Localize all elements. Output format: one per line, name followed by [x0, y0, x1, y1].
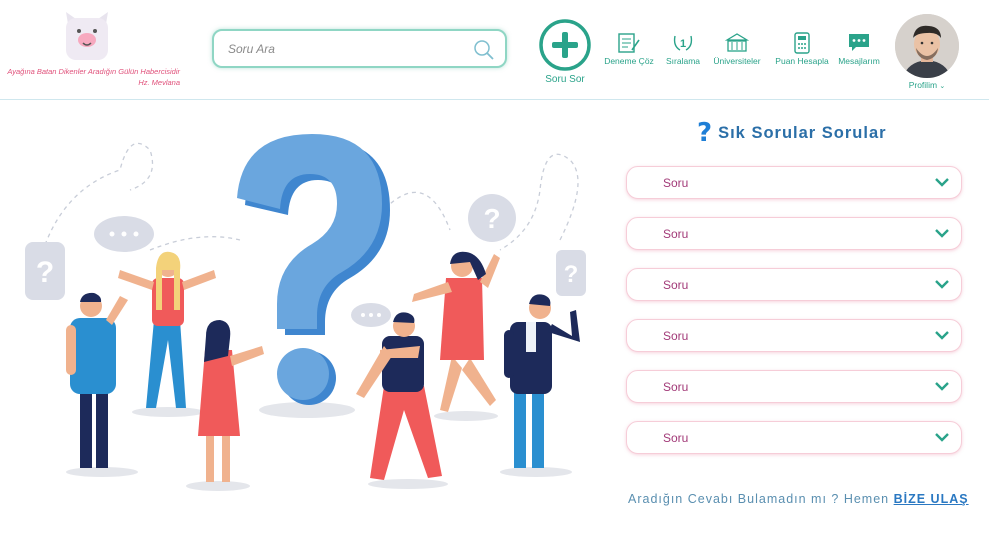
faq-item-label: Soru — [663, 176, 689, 190]
chevron-down-icon: ⌄ — [939, 83, 946, 90]
question-mark-icon: ? — [697, 118, 713, 148]
faq-item-label: Soru — [663, 278, 689, 292]
calculator-icon — [774, 32, 830, 54]
nav-messages-label: Mesajlarım — [838, 56, 880, 66]
faq-item[interactable]: Soru — [626, 217, 962, 250]
avatar[interactable] — [895, 14, 959, 78]
profile-label-text: Profilim — [908, 80, 938, 90]
chevron-down-icon[interactable] — [935, 228, 949, 238]
header: Ayağına Batan Dikenler Aradığın Gülün Ha… — [0, 0, 989, 100]
nav-calculate-score-label: Puan Hesapla — [775, 56, 829, 66]
faq-item-label: Soru — [663, 227, 689, 241]
contact-text: Aradığın Cevabı Bulamadın mı ? Hemen — [628, 492, 890, 506]
university-icon — [711, 32, 763, 54]
faq-item[interactable]: Soru — [626, 268, 962, 301]
faq-header: ? Sık Sorular Sorular — [697, 118, 887, 148]
contact-us-link[interactable]: BİZE ULAŞ — [894, 492, 969, 506]
ask-question-button[interactable]: Soru Sor — [537, 18, 593, 90]
faq-item[interactable]: Soru — [626, 421, 962, 454]
faq-item-label: Soru — [663, 329, 689, 343]
chevron-down-icon[interactable] — [935, 432, 949, 442]
nav-exam-label: Deneme Çöz — [604, 56, 654, 66]
profile-label: Profilim ⌄ — [895, 80, 959, 90]
nav-universities-label: Üniversiteler — [713, 56, 761, 66]
chevron-down-icon[interactable] — [935, 279, 949, 289]
message-icon — [837, 32, 881, 54]
nav-ranking[interactable]: 1 Sıralama — [663, 32, 703, 66]
profile-menu[interactable]: Profilim ⌄ — [895, 14, 959, 90]
nav-calculate-score[interactable]: Puan Hesapla — [774, 32, 830, 66]
ranking-icon: 1 — [663, 32, 703, 54]
nav-ranking-label: Sıralama — [665, 56, 700, 66]
tagline: Ayağına Batan Dikenler Aradığın Gülün Ha… — [4, 66, 180, 88]
ask-question-label: Soru Sor — [545, 74, 585, 85]
faq-item-label: Soru — [663, 431, 689, 445]
search-box — [212, 29, 507, 68]
search-input[interactable] — [228, 39, 468, 59]
chevron-down-icon[interactable] — [935, 330, 949, 340]
plus-circle-icon — [539, 19, 591, 71]
faq-illustration: ? ? ? — [0, 110, 600, 556]
exam-icon — [603, 32, 655, 54]
nav-universities[interactable]: Üniversiteler — [711, 32, 763, 66]
faq-list: Soru Soru Soru Soru Soru Soru — [626, 166, 962, 472]
faq-item[interactable]: Soru — [626, 166, 962, 199]
nav-messages[interactable]: Mesajlarım — [837, 32, 881, 66]
contact-prompt: Aradığın Cevabı Bulamadın mı ? Hemen BİZ… — [628, 492, 969, 506]
svg-text:?: ? — [36, 256, 54, 289]
search-icon[interactable] — [473, 39, 495, 61]
page: Ayağına Batan Dikenler Aradığın Gülün Ha… — [0, 0, 989, 556]
faq-item-label: Soru — [663, 380, 689, 394]
tagline-quote: Ayağına Batan Dikenler Aradığın Gülün Ha… — [7, 67, 180, 76]
faq-item[interactable]: Soru — [626, 370, 962, 403]
nav-exam[interactable]: Deneme Çöz — [603, 32, 655, 66]
svg-text:?: ? — [483, 203, 500, 234]
tagline-author: Hz. Mevlana — [138, 78, 180, 87]
faq-item[interactable]: Soru — [626, 319, 962, 352]
svg-text:?: ? — [564, 261, 579, 288]
llama-logo-icon[interactable] — [62, 10, 112, 62]
faq-title: Sık Sorular Sorular — [718, 123, 887, 142]
svg-text:1: 1 — [680, 38, 686, 50]
chevron-down-icon[interactable] — [935, 381, 949, 391]
chevron-down-icon[interactable] — [935, 177, 949, 187]
